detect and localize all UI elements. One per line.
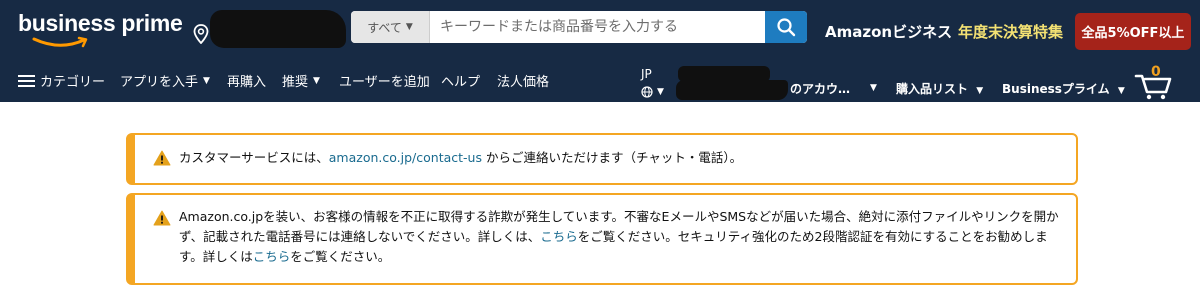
search-input[interactable] — [430, 11, 765, 43]
chevron-down-icon: ▼ — [405, 22, 413, 32]
nav-buy-again-label: 再購入 — [227, 75, 267, 90]
hamburger-menu-icon — [18, 72, 35, 90]
alert-message: カスタマーサービスには、amazon.co.jp/contact-us からご連… — [179, 148, 1060, 168]
promo-amazon-business[interactable]: Amazonビジネス — [825, 21, 952, 42]
contact-us-link[interactable]: amazon.co.jp/contact-us — [329, 150, 482, 165]
amazon-smile-icon — [32, 36, 88, 48]
nav-buy-again[interactable]: 再購入 — [227, 71, 266, 90]
warning-icon — [153, 150, 171, 166]
language-selector[interactable]: JP ▼ — [641, 66, 664, 100]
redacted-account-name-2 — [676, 80, 788, 100]
nav-business-pricing[interactable]: 法人価格 — [497, 71, 549, 90]
cart-count: 0 — [1151, 64, 1161, 80]
alert-message: Amazon.co.jpを装い、お客様の情報を不正に取得する詐欺が発生しています… — [179, 207, 1060, 267]
promo-badge-label: 全品5%OFF以上 — [1081, 26, 1185, 41]
chevron-down-icon: ▼ — [657, 87, 664, 97]
nav-get-app-label: アプリを入手 — [120, 75, 199, 90]
promo-discount-badge[interactable]: 全品5%OFF以上 — [1075, 13, 1191, 50]
nav-help[interactable]: ヘルプ — [441, 71, 480, 90]
chevron-down-icon: ▼ — [203, 75, 210, 86]
logo-word-business: business — [18, 10, 116, 36]
nav-recommended-label: 推奨 — [282, 75, 309, 90]
search-bar: すべて ▼ — [351, 11, 807, 43]
logo-word-prime: prime — [121, 10, 183, 36]
top-header: business prime すべて ▼ Amazonビジネス 年度末決算特集 … — [0, 0, 1200, 102]
nav-get-app[interactable]: アプリを入手 ▼ — [120, 71, 210, 90]
chevron-down-icon: ▼ — [313, 75, 320, 86]
language-code: JP — [641, 67, 652, 81]
business-prime-logo[interactable]: business prime — [18, 8, 183, 58]
fraud-text-part3: をご覧ください。 — [290, 249, 391, 264]
customer-service-alert: カスタマーサービスには、amazon.co.jp/contact-us からご連… — [126, 133, 1078, 185]
alert-text-before: カスタマーサービスには、 — [179, 150, 329, 165]
account-menu[interactable]: のアカウ… — [790, 80, 850, 97]
search-category-dropdown[interactable]: すべて ▼ — [351, 11, 430, 43]
nav-add-user-label: ユーザーを追加 — [339, 75, 430, 90]
nav-add-user[interactable]: ユーザーを追加 — [339, 71, 430, 90]
alert-text-after: からご連絡いただけます（チャット・電話）。 — [481, 150, 743, 165]
search-icon — [777, 18, 796, 37]
nav-business-pricing-label: 法人価格 — [497, 75, 550, 90]
purchase-list-label: 購入品リスト — [896, 82, 969, 96]
globe-icon — [641, 86, 653, 98]
search-button[interactable] — [765, 11, 807, 43]
nav-categories[interactable]: カテゴリー — [18, 71, 105, 90]
business-prime-menu[interactable]: Businessプライム ▼ — [1002, 80, 1125, 97]
details-link[interactable]: こちら — [540, 229, 578, 244]
nav-recommended[interactable]: 推奨 ▼ — [282, 71, 320, 90]
promo-year-end-sale[interactable]: 年度末決算特集 — [958, 21, 1063, 42]
chevron-down-icon: ▼ — [1117, 86, 1125, 96]
business-prime-label: Businessプライム — [1002, 82, 1110, 96]
nav-categories-label: カテゴリー — [40, 75, 106, 90]
purchase-list-menu[interactable]: 購入品リスト ▼ — [896, 80, 983, 97]
warning-icon — [153, 210, 171, 226]
two-step-details-link[interactable]: こちら — [253, 249, 291, 264]
chevron-down-icon: ▼ — [976, 86, 984, 96]
nav-help-label: ヘルプ — [441, 75, 481, 90]
search-category-label: すべて — [367, 20, 402, 35]
chevron-down-icon: ▼ — [870, 83, 877, 93]
fraud-warning-alert: Amazon.co.jpを装い、お客様の情報を不正に取得する詐欺が発生しています… — [126, 193, 1078, 285]
location-pin-icon[interactable] — [193, 24, 209, 44]
redacted-address — [210, 10, 346, 48]
